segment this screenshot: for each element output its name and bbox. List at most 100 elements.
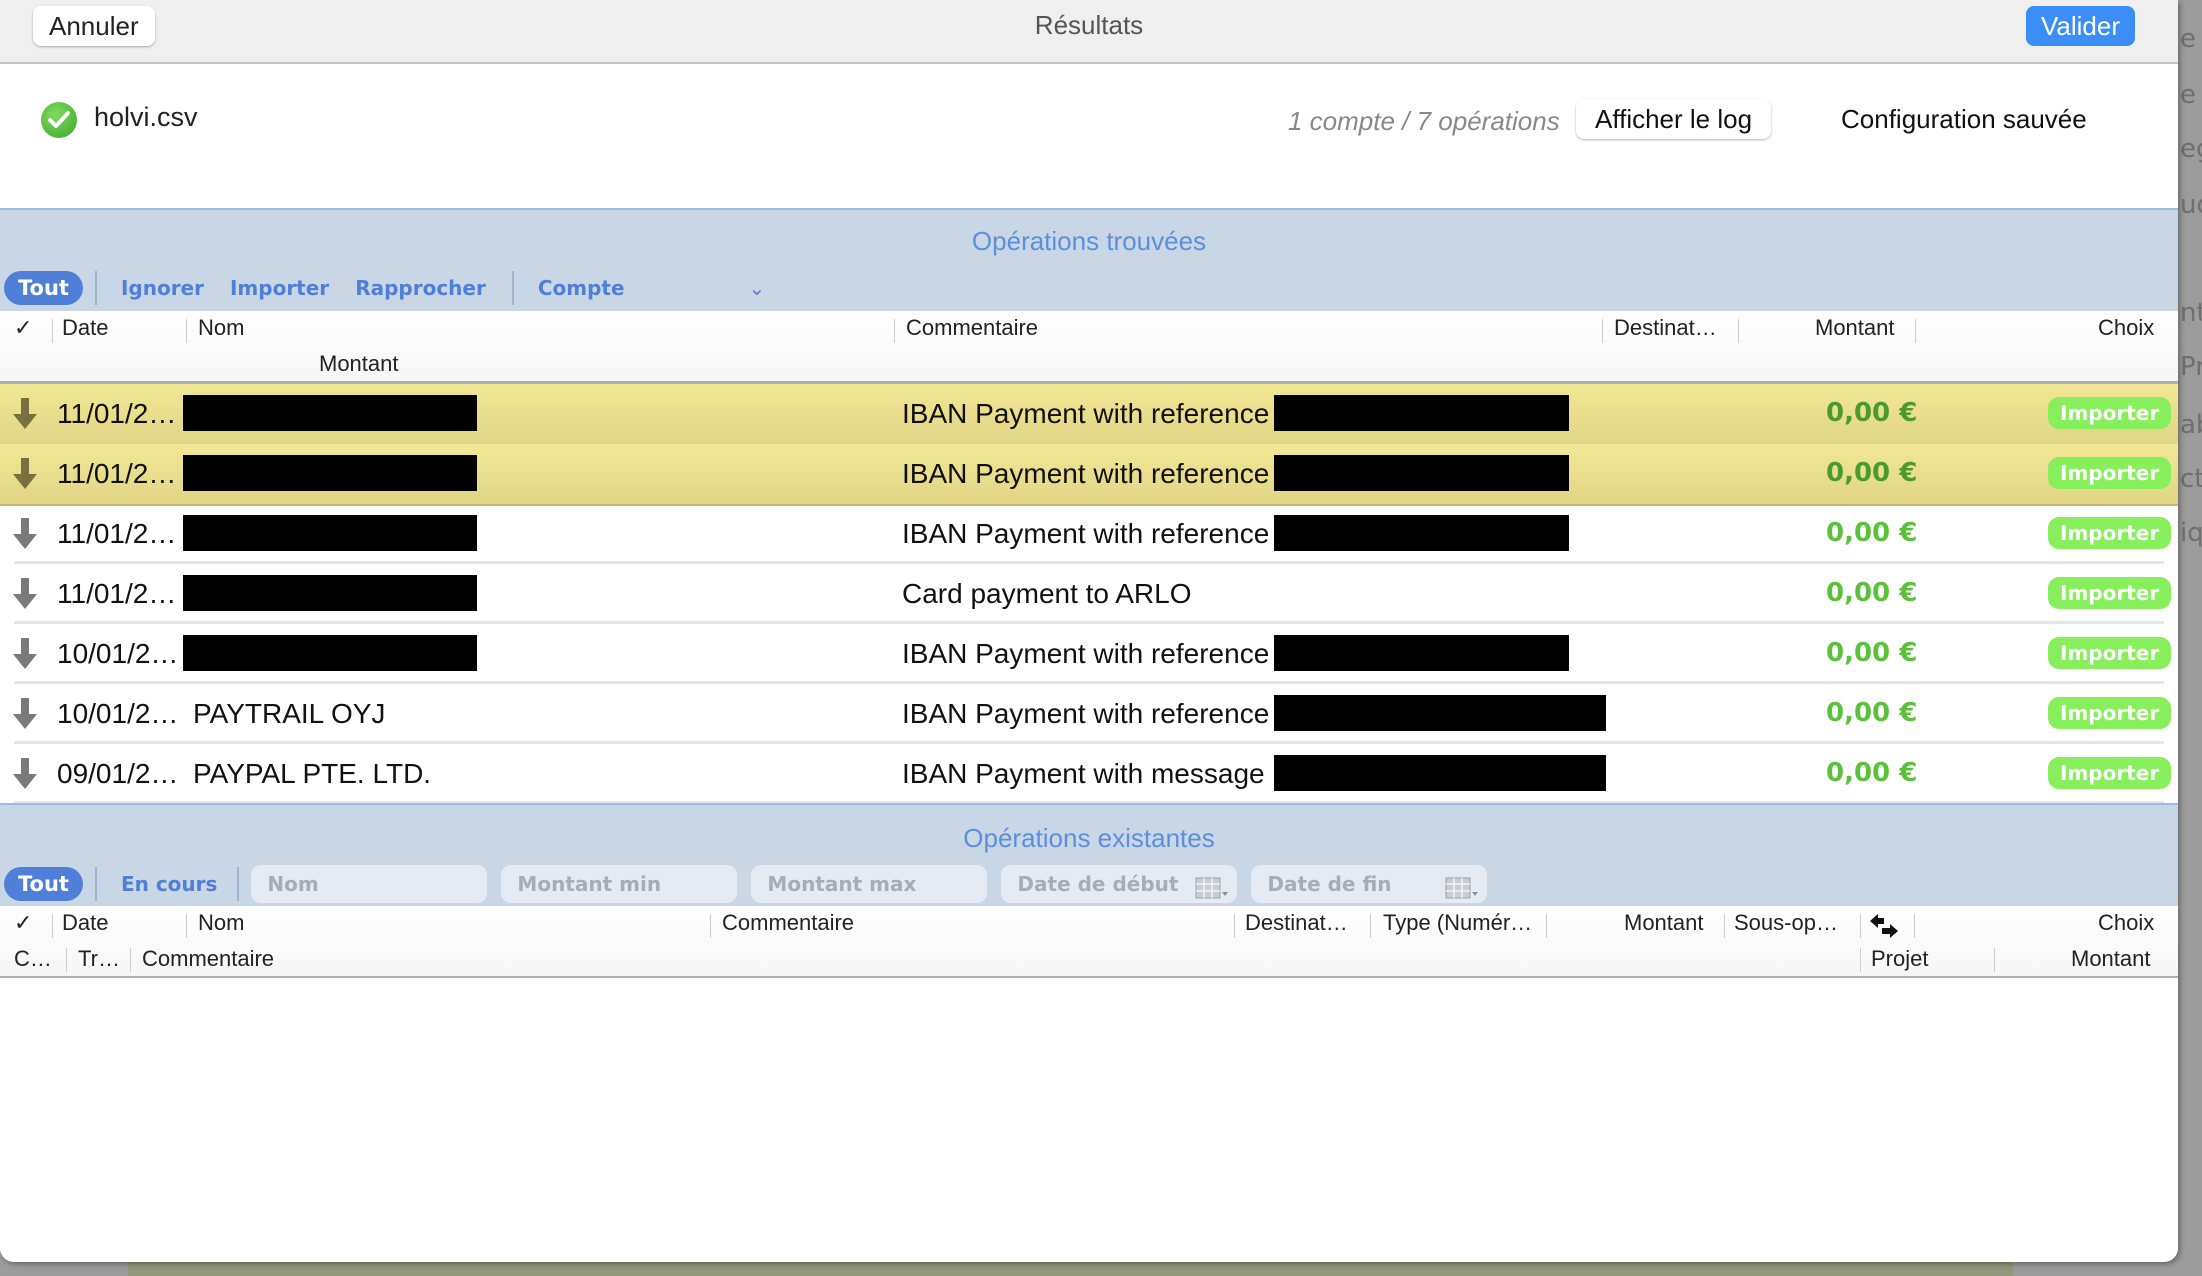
column-choice[interactable]: Choix (2098, 315, 2154, 341)
operation-comment: Card payment to ARLO (902, 578, 1192, 609)
amount-max-field[interactable]: Montant max (751, 865, 988, 903)
column-recipient[interactable]: Destinat… (1614, 315, 1717, 341)
operation-amount: 0,00 € (1826, 698, 1918, 728)
column-choice[interactable]: Choix (2098, 910, 2154, 936)
column-c[interactable]: C… (14, 946, 52, 972)
column-divider (186, 914, 187, 938)
redacted-comment (1274, 695, 1606, 731)
column-divider (1915, 319, 1916, 343)
import-choice-button[interactable]: Importer (2048, 577, 2172, 609)
redacted-name (183, 575, 477, 611)
bg-fragment: Pro (2180, 352, 2202, 382)
operation-amount: 0,00 € (1826, 518, 1918, 548)
operation-row[interactable]: 11/01/2… IBAN Payment with reference 0,00 … (0, 384, 2178, 446)
operation-comment: IBAN Payment with reference (902, 518, 1270, 549)
column-project[interactable]: Projet (1871, 946, 1928, 972)
column-divider (710, 914, 711, 938)
download-arrow-icon (12, 578, 38, 617)
account-chevron-down-icon[interactable]: ⌄ (749, 276, 766, 300)
column-date[interactable]: Date (62, 315, 108, 341)
show-log-button[interactable]: Afficher le log (1576, 99, 1772, 139)
column-comment[interactable]: Commentaire (722, 910, 854, 936)
column-amount[interactable]: Montant (1624, 910, 1704, 936)
operation-row[interactable]: 10/01/2… IBAN Payment with reference 0,00 … (0, 624, 2178, 684)
amount-min-field[interactable]: Montant min (501, 865, 738, 903)
operation-comment: IBAN Payment with reference (902, 398, 1270, 429)
import-choice-button[interactable]: Importer (2048, 397, 2172, 429)
download-arrow-icon (12, 458, 38, 497)
column-amount-secondary[interactable]: Montant (319, 351, 399, 377)
operation-row[interactable]: 11/01/2… IBAN Payment with reference 0,00 … (0, 444, 2178, 506)
column-name[interactable]: Nom (198, 315, 244, 341)
redacted-comment (1274, 755, 1606, 791)
divider (237, 867, 240, 901)
background-window (128, 1262, 2013, 1276)
start-date-placeholder: Date de début (1017, 872, 1179, 896)
start-date-field[interactable]: Date de début (1001, 865, 1238, 903)
bg-fragment: ab (2180, 410, 2202, 440)
column-divider (1860, 914, 1861, 938)
import-choice-button[interactable]: Importer (2048, 697, 2172, 729)
divider (94, 271, 97, 305)
operation-name: PAYPAL PTE. LTD. (193, 758, 432, 789)
transfer-arrows-icon[interactable] (1870, 914, 1898, 946)
column-check[interactable]: ✓ (14, 910, 32, 936)
config-status: Configuration sauvée (1841, 104, 2087, 134)
operation-amount: 0,00 € (1826, 398, 1918, 428)
bg-fragment: iqu (2180, 518, 2202, 548)
column-divider (52, 914, 53, 938)
column-tr[interactable]: Tr… (78, 946, 120, 972)
filter-ignore-tab[interactable]: Ignorer (121, 276, 204, 300)
column-check[interactable]: ✓ (14, 315, 32, 341)
download-arrow-icon (12, 758, 38, 797)
column-name[interactable]: Nom (198, 910, 244, 936)
bg-fragment: ct (2180, 464, 2202, 494)
found-table-header: ✓ Date Nom Commentaire Destinat… Montant… (0, 311, 2178, 384)
import-choice-button[interactable]: Importer (2048, 457, 2172, 489)
column-divider (1860, 948, 1861, 972)
bg-fragment: e T (2180, 80, 2202, 110)
import-choice-button[interactable]: Importer (2048, 517, 2172, 549)
existing-operations-list (0, 978, 2178, 1262)
operation-row[interactable]: 10/01/2… PAYTRAIL OYJ IBAN Payment with re… (0, 684, 2178, 744)
filter-pending-tab[interactable]: En cours (121, 872, 217, 896)
import-choice-button[interactable]: Importer (2048, 757, 2172, 789)
filter-import-tab[interactable]: Importer (230, 276, 329, 300)
validate-button[interactable]: Valider (2026, 6, 2136, 46)
operation-date: 09/01/2… (57, 758, 179, 789)
column-sub-operations[interactable]: Sous-op… (1734, 910, 1838, 936)
column-amount[interactable]: Montant (1815, 315, 1895, 341)
redacted-name (183, 395, 477, 431)
filter-all-tab[interactable]: Tout (4, 271, 83, 305)
column-recipient[interactable]: Destinat… (1245, 910, 1348, 936)
name-search-field[interactable]: Nom (251, 865, 488, 903)
column-divider (1370, 914, 1371, 938)
operation-date: 10/01/2… (57, 698, 179, 729)
column-date[interactable]: Date (62, 910, 108, 936)
filter-reconcile-tab[interactable]: Rapprocher (355, 276, 486, 300)
redacted-comment (1274, 515, 1569, 551)
existing-filter-bar: Tout En cours Nom Montant min Montant ma… (4, 863, 1501, 905)
account-filter-label[interactable]: Compte (538, 276, 625, 300)
column-type[interactable]: Type (Numér… (1383, 910, 1532, 936)
operation-date: 11/01/2… (57, 458, 177, 489)
end-date-placeholder: Date de fin (1267, 872, 1392, 896)
import-choice-button[interactable]: Importer (2048, 637, 2172, 669)
column-amount-secondary[interactable]: Montant (2071, 946, 2151, 972)
redacted-comment (1274, 395, 1569, 431)
redacted-comment (1274, 635, 1569, 671)
download-arrow-icon (12, 698, 38, 737)
divider (511, 271, 514, 305)
operation-row[interactable]: 11/01/2… Card payment to ARLO 0,00 € Import… (0, 564, 2178, 624)
column-divider (894, 319, 895, 343)
operation-row[interactable]: 11/01/2… IBAN Payment with reference 0,00 … (0, 504, 2178, 564)
success-check-icon (41, 102, 77, 138)
operation-amount: 0,00 € (1826, 758, 1918, 788)
column-comment-secondary[interactable]: Commentaire (142, 946, 274, 972)
import-results-sheet: Annuler Résultats Valider holvi.csv 1 co… (0, 0, 2178, 1262)
existing-filter-all-tab[interactable]: Tout (4, 867, 83, 901)
found-operations-title: Opérations trouvées (971, 226, 1207, 256)
operation-row[interactable]: 09/01/2… PAYPAL PTE. LTD. IBAN Payment wit… (0, 744, 2178, 804)
end-date-field[interactable]: Date de fin (1251, 865, 1488, 903)
column-comment[interactable]: Commentaire (906, 315, 1038, 341)
